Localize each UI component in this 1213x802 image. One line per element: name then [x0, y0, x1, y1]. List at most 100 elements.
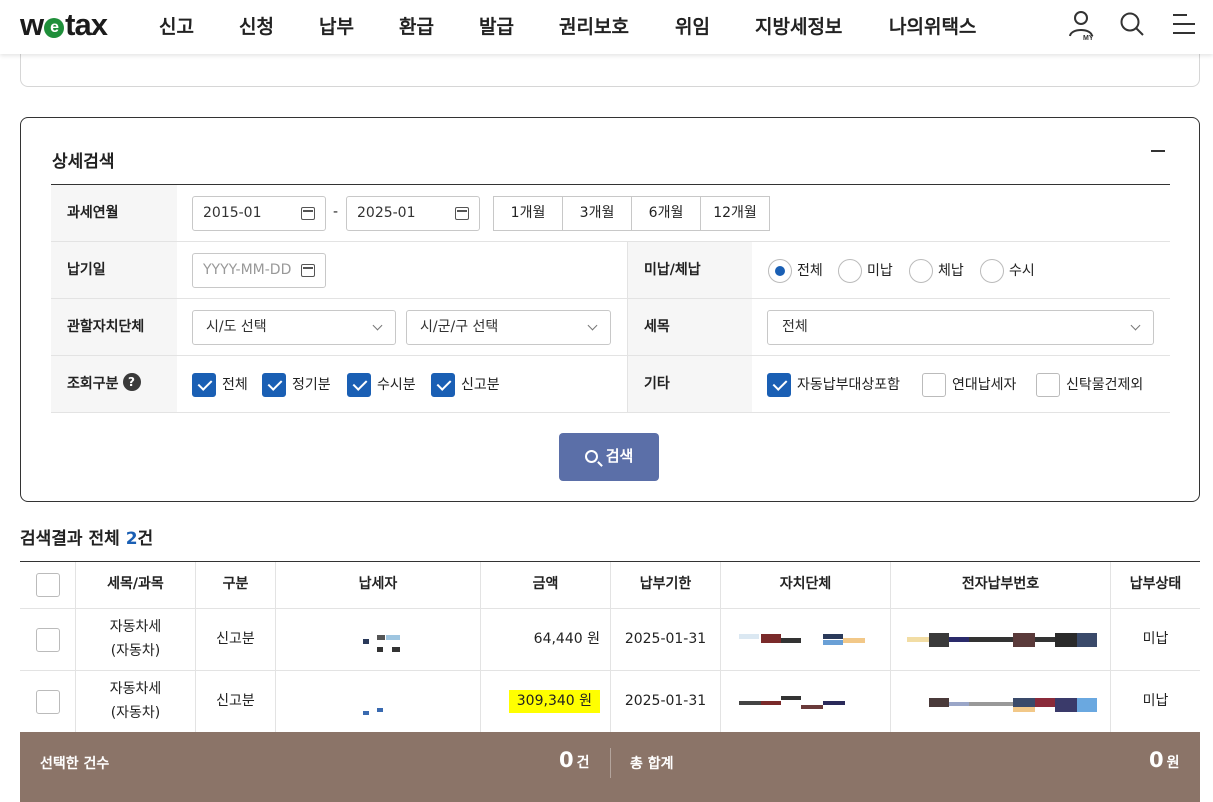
checkbox-auto-pay-include[interactable]: 자동납부대상포함: [767, 373, 900, 397]
sido-select[interactable]: 시/도 선택: [192, 310, 396, 345]
redaction-block: [1077, 698, 1097, 712]
column-header: 납세자: [275, 562, 480, 608]
radio-unpaid-only[interactable]: 미납: [838, 259, 893, 283]
total-amount-value: 0원: [1149, 748, 1180, 772]
help-icon[interactable]: ?: [122, 373, 141, 391]
query-type-label-cell: 조회구분?: [51, 356, 177, 412]
select-all-checkbox[interactable]: [35, 573, 60, 597]
due-date-label: 납기일: [51, 242, 177, 298]
hamburger-menu-icon[interactable]: [1169, 9, 1199, 41]
calendar-icon[interactable]: [301, 207, 315, 220]
etc-label: 기타: [627, 356, 752, 412]
summary-divider: [610, 748, 611, 778]
search-button[interactable]: 검색: [559, 433, 659, 481]
table-row[interactable]: 자동차세 (자동차) 신고분 309,340 원 2025-01-31 미납: [20, 670, 1200, 732]
row-checkbox-cell: [20, 609, 75, 670]
redaction-block: [949, 637, 969, 642]
total-amount-unit: 원: [1166, 755, 1180, 771]
amount-highlighted: 309,340 원: [508, 689, 600, 714]
column-header: 구분: [195, 562, 275, 608]
region-label: 관할자치단체: [51, 299, 177, 355]
checkbox-reported[interactable]: 신고분: [431, 373, 500, 397]
e-payment-number-cell-redacted: [890, 609, 1110, 670]
query-type-label: 조회구분: [67, 376, 119, 392]
tax-item-cell: 자동차세 (자동차): [75, 671, 195, 732]
checkbox-occasional[interactable]: 수시분: [347, 373, 416, 397]
payment-status-cell: 미납: [1110, 609, 1200, 670]
redaction-block: [363, 639, 369, 644]
menu-rights[interactable]: 권리보호: [559, 12, 629, 39]
calendar-icon[interactable]: [455, 207, 469, 220]
checkbox-checked-icon: [262, 373, 286, 397]
period-12-months-button[interactable]: 12개월: [700, 196, 770, 231]
tax-item-name: 자동차세: [109, 618, 162, 635]
table-row[interactable]: 자동차세 (자동차) 신고분 64,440 원 2025-01-31 미납: [20, 608, 1200, 670]
radio-arrears[interactable]: 체납: [909, 259, 964, 283]
radio-occasional[interactable]: 수시: [980, 259, 1035, 283]
calendar-icon[interactable]: [301, 264, 315, 277]
menu-delegation[interactable]: 위임: [675, 12, 710, 39]
redaction-block: [761, 634, 781, 643]
my-page-icon[interactable]: MY: [1067, 9, 1097, 42]
column-header: 납부상태: [1110, 562, 1200, 608]
due-date-input[interactable]: YYYY-MM-DD: [192, 253, 326, 288]
wetax-logo[interactable]: w e tax: [20, 7, 108, 43]
redaction-block: [377, 708, 383, 712]
tax-period-from-input[interactable]: 2015-01: [192, 196, 326, 231]
due-date-cell: 2025-01-31: [610, 609, 720, 670]
menu-report[interactable]: 신고: [159, 12, 194, 39]
collapse-icon[interactable]: [1151, 150, 1165, 152]
redaction-block: [1035, 637, 1055, 642]
tax-item-select[interactable]: 전체: [767, 310, 1154, 345]
menu-local-tax-info[interactable]: 지방세정보: [755, 12, 842, 39]
selected-count-unit: 건: [576, 755, 590, 771]
checkbox-checked-icon: [767, 373, 791, 397]
checkbox-label: 신탁물건제외: [1066, 377, 1144, 393]
redaction-block: [377, 635, 385, 640]
selected-count-label: 선택한 건수: [40, 756, 110, 772]
row-checkbox[interactable]: [35, 627, 60, 652]
search-icon[interactable]: [1118, 9, 1148, 41]
taxpayer-cell-redacted: [275, 609, 480, 670]
period-1-month-button[interactable]: 1개월: [493, 196, 563, 231]
sigungu-select[interactable]: 시/군/구 선택: [406, 310, 611, 345]
checkbox-joint-taxpayer[interactable]: 연대납세자: [922, 373, 1016, 397]
redaction-block: [739, 701, 761, 705]
checkbox-checked-icon: [347, 373, 371, 397]
redaction-block: [761, 701, 781, 705]
checkbox-query-all[interactable]: 전체: [192, 373, 248, 397]
tax-period-to-input[interactable]: 2025-01: [346, 196, 480, 231]
search-icon: [584, 450, 598, 463]
tax-item-select-value: 전체: [782, 319, 808, 335]
chevron-down-icon: [1130, 320, 1141, 331]
redaction-block: [1055, 633, 1077, 647]
redaction-block: [929, 698, 949, 707]
row-checkbox[interactable]: [35, 689, 60, 714]
checkbox-checked-icon: [431, 373, 455, 397]
column-header: 납부기한: [610, 562, 720, 608]
amount-cell: 309,340 원: [480, 671, 610, 732]
menu-my-wetax[interactable]: 나의위택스: [889, 12, 976, 39]
column-header: 금액: [480, 562, 610, 608]
menu-refund[interactable]: 환급: [399, 12, 434, 39]
selection-summary-bar: 선택한 건수 0건 총 합계 0원: [20, 732, 1200, 802]
taxpayer-cell-redacted: [275, 671, 480, 732]
period-3-months-button[interactable]: 3개월: [562, 196, 632, 231]
result-count-number: 2: [125, 529, 138, 549]
checkbox-regular[interactable]: 정기분: [262, 373, 331, 397]
type-cell: 신고분: [195, 609, 275, 670]
selected-count-number: 0: [559, 748, 574, 772]
municipality-cell-redacted: [720, 609, 890, 670]
redaction-block: [969, 637, 1013, 642]
radio-unpaid-all[interactable]: 전체: [768, 259, 823, 283]
tax-subitem-name: (자동차): [110, 642, 161, 659]
row-checkbox-cell: [20, 671, 75, 732]
redaction-block: [1013, 698, 1035, 707]
menu-payment[interactable]: 납부: [319, 12, 354, 39]
period-6-months-button[interactable]: 6개월: [631, 196, 701, 231]
menu-issue[interactable]: 발급: [479, 12, 514, 39]
menu-apply[interactable]: 신청: [239, 12, 274, 39]
period-quick-buttons: 1개월 3개월 6개월 12개월: [493, 196, 770, 231]
results-table: 세목/과목 구분 납세자 금액 납부기한 자치단체 전자납부번호 납부상태 자동…: [20, 561, 1200, 732]
checkbox-exclude-trust[interactable]: 신탁물건제외: [1036, 373, 1143, 397]
